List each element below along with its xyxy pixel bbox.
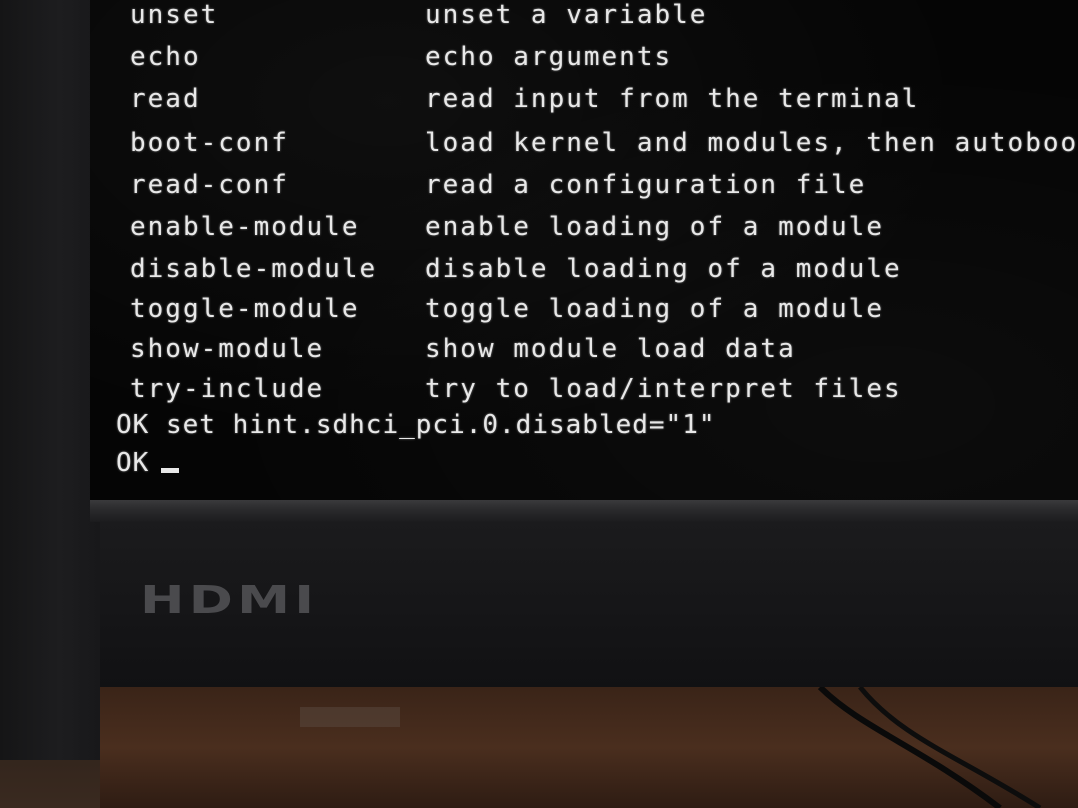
command-description: echo arguments xyxy=(425,42,673,72)
command-name: unset xyxy=(130,0,219,30)
cables-icon xyxy=(300,687,1042,808)
monitor-bezel-edge xyxy=(90,500,1078,522)
command-name: enable-module xyxy=(130,212,360,242)
command-description: disable loading of a module xyxy=(425,254,902,284)
command-description: try to load/interpret files xyxy=(425,374,902,404)
command-description: show module load data xyxy=(425,334,796,364)
command-description: unset a variable xyxy=(425,0,708,30)
command-description: enable loading of a module xyxy=(425,212,884,242)
command-name: echo xyxy=(130,42,201,72)
photo-scene: unset unset a variable echo echo argumen… xyxy=(0,0,1078,808)
command-description: read input from the terminal xyxy=(425,84,920,114)
command-name: boot-conf xyxy=(130,128,289,158)
command-name: read-conf xyxy=(130,170,289,200)
command-description: toggle loading of a module xyxy=(425,294,884,324)
hdmi-logo: HDMI xyxy=(140,578,319,622)
command-name: show-module xyxy=(130,334,325,364)
command-description: load kernel and modules, then autoboo xyxy=(425,128,1078,158)
monitor-screen: unset unset a variable echo echo argumen… xyxy=(90,0,1078,505)
command-name: try-include xyxy=(130,374,325,404)
set-output-line: OK set hint.sdhci_pci.0.disabled="1" xyxy=(116,410,716,440)
command-name: toggle-module xyxy=(130,294,360,324)
command-name: read xyxy=(130,84,201,114)
command-description: read a configuration file xyxy=(425,170,867,200)
monitor-left-bezel xyxy=(0,0,100,760)
text-cursor xyxy=(161,468,180,473)
prompt-text: OK xyxy=(116,448,150,478)
command-name: disable-module xyxy=(130,254,378,284)
command-prompt[interactable]: OK xyxy=(116,448,180,478)
desk-surface xyxy=(100,687,1078,808)
